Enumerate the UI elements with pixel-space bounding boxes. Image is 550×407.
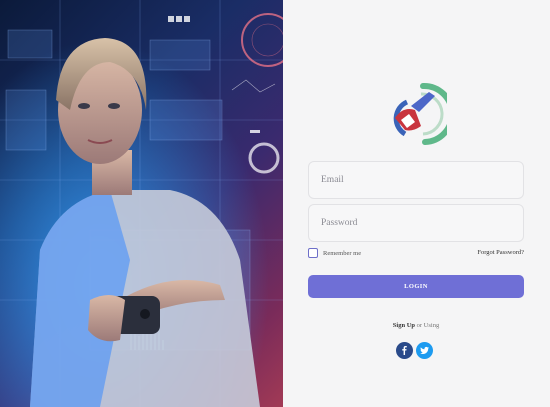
social-login (396, 342, 433, 359)
facebook-icon (402, 346, 407, 355)
password-input[interactable] (309, 205, 523, 241)
twitter-button[interactable] (416, 342, 433, 359)
signup-suffix: or Using (415, 322, 440, 329)
forgot-password-link[interactable]: Forgot Password? (477, 249, 524, 256)
remember-checkbox[interactable] (308, 248, 318, 258)
signup-line: Sign Up or Using (308, 322, 524, 329)
hero-image (0, 0, 283, 407)
twitter-icon (420, 346, 429, 355)
email-field[interactable] (308, 161, 524, 199)
login-button[interactable]: LOGIN (308, 275, 524, 298)
facebook-button[interactable] (396, 342, 413, 359)
remember-label: Remember me (323, 249, 362, 257)
app-logo (393, 82, 447, 145)
hero-illustration (0, 0, 283, 407)
signup-link[interactable]: Sign Up (393, 322, 415, 329)
email-input[interactable] (309, 162, 523, 198)
remember-me[interactable]: Remember me (308, 248, 361, 258)
password-field[interactable] (308, 204, 524, 242)
